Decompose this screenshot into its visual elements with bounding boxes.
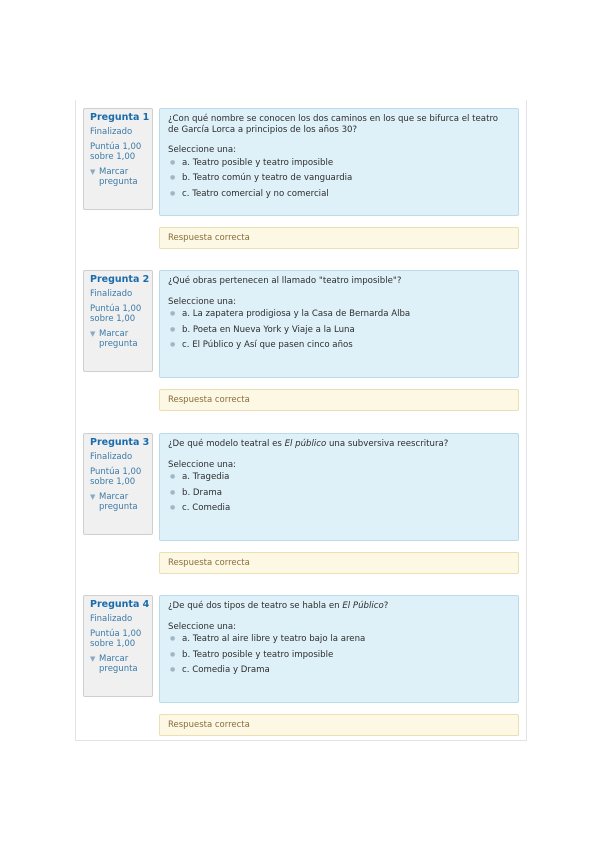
question-grade: Puntúa 1,00 sobre 1,00	[90, 467, 142, 487]
question-state: Finalizado	[90, 127, 133, 137]
radio-icon[interactable]: ●	[170, 650, 182, 660]
answer-prompt: Seleccione una:	[168, 145, 237, 155]
question-info: Pregunta 3 Finalizado Puntúa 1,00 sobre …	[83, 433, 153, 535]
flag-question-link[interactable]: ▼ Marcar pregunta	[90, 492, 152, 512]
question-text: ¿Qué obras pertenecen al llamado "teatro…	[168, 276, 402, 286]
question-info: Pregunta 2 Finalizado Puntúa 1,00 sobre …	[83, 270, 153, 372]
question-number: Pregunta 2	[90, 274, 150, 285]
flag-icon: ▼	[90, 168, 96, 176]
flag-label: Marcar pregunta	[99, 492, 138, 512]
question-state: Finalizado	[90, 452, 133, 462]
flag-question-link[interactable]: ▼ Marcar pregunta	[90, 654, 152, 674]
answer-option[interactable]: ● a. Tragedia	[168, 472, 510, 483]
answer-prompt: Seleccione una:	[168, 621, 237, 632]
radio-icon[interactable]: ●	[170, 340, 182, 350]
answer-option[interactable]: ● c. Teatro comercial y no comercial	[168, 189, 510, 200]
answer-option[interactable]: ● b. Teatro común y teatro de vanguardia	[168, 173, 510, 184]
answer-option[interactable]: ● c. Comedia	[168, 503, 510, 514]
question-text: ¿De qué dos tipos de teatro se habla en …	[168, 601, 389, 611]
radio-icon[interactable]: ●	[170, 472, 182, 482]
question-number: Pregunta 4	[90, 599, 150, 610]
question-info: Pregunta 1 Finalizado Puntúa 1,00 sobre …	[83, 108, 153, 210]
question-content: ¿De qué modelo teatral es El público una…	[159, 433, 519, 541]
question-content: ¿Con qué nombre se conocen los dos camin…	[159, 108, 519, 216]
flag-label: Marcar pregunta	[99, 654, 138, 674]
flag-question-link[interactable]: ▼ Marcar pregunta	[90, 167, 152, 187]
quiz-review-page: Pregunta 1 Finalizado Puntúa 1,00 sobre …	[75, 100, 527, 741]
feedback-box: Respuesta correcta	[159, 714, 519, 736]
radio-icon[interactable]: ●	[170, 488, 182, 498]
question-text: ¿Con qué nombre se conocen los dos camin…	[168, 114, 499, 135]
answer-option[interactable]: ● a. Teatro posible y teatro imposible	[168, 158, 510, 169]
question-info: Pregunta 4 Finalizado Puntúa 1,00 sobre …	[83, 595, 153, 697]
question-content: ¿De qué dos tipos de teatro se habla en …	[159, 595, 519, 703]
answer-option[interactable]: ● c. Comedia y Drama	[168, 665, 510, 676]
answer-option[interactable]: ● b. Poeta en Nueva York y Viaje a la Lun…	[168, 325, 510, 336]
radio-icon[interactable]: ●	[170, 158, 182, 168]
question-text: ¿De qué modelo teatral es El público una…	[168, 439, 449, 449]
question-state: Finalizado	[90, 289, 133, 299]
answer-option[interactable]: ● a. La zapatera prodigiosa y la Casa de …	[168, 309, 510, 320]
question-number: Pregunta 3	[90, 437, 150, 448]
flag-icon: ▼	[90, 330, 96, 338]
answer-prompt: Seleccione una:	[168, 296, 237, 307]
flag-label: Marcar pregunta	[99, 167, 138, 187]
question-content: ¿Qué obras pertenecen al llamado "teatro…	[159, 270, 519, 378]
flag-icon: ▼	[90, 493, 96, 501]
answer-prompt: Seleccione una:	[168, 459, 237, 470]
feedback-box: Respuesta correcta	[159, 227, 519, 249]
radio-icon[interactable]: ●	[170, 189, 182, 199]
radio-icon[interactable]: ●	[170, 665, 182, 675]
answer-option[interactable]: ● a. Teatro al aire libre y teatro bajo l…	[168, 634, 510, 645]
answer-option[interactable]: ● c. El Público y Así que pasen cinco año…	[168, 340, 510, 351]
question-grade: Puntúa 1,00 sobre 1,00	[90, 142, 142, 162]
question-grade: Puntúa 1,00 sobre 1,00	[90, 629, 142, 649]
radio-icon[interactable]: ●	[170, 503, 182, 513]
flag-icon: ▼	[90, 655, 96, 663]
feedback-box: Respuesta correcta	[159, 552, 519, 574]
feedback-box: Respuesta correcta	[159, 389, 519, 411]
flag-question-link[interactable]: ▼ Marcar pregunta	[90, 329, 152, 349]
answer-option[interactable]: ● b. Teatro posible y teatro imposible	[168, 650, 510, 661]
radio-icon[interactable]: ●	[170, 173, 182, 183]
question-state: Finalizado	[90, 614, 133, 624]
radio-icon[interactable]: ●	[170, 634, 182, 644]
question-number: Pregunta 1	[90, 112, 150, 123]
question-grade: Puntúa 1,00 sobre 1,00	[90, 304, 142, 324]
radio-icon[interactable]: ●	[170, 309, 182, 319]
radio-icon[interactable]: ●	[170, 325, 182, 335]
answer-option[interactable]: ● b. Drama	[168, 488, 510, 499]
flag-label: Marcar pregunta	[99, 329, 138, 349]
